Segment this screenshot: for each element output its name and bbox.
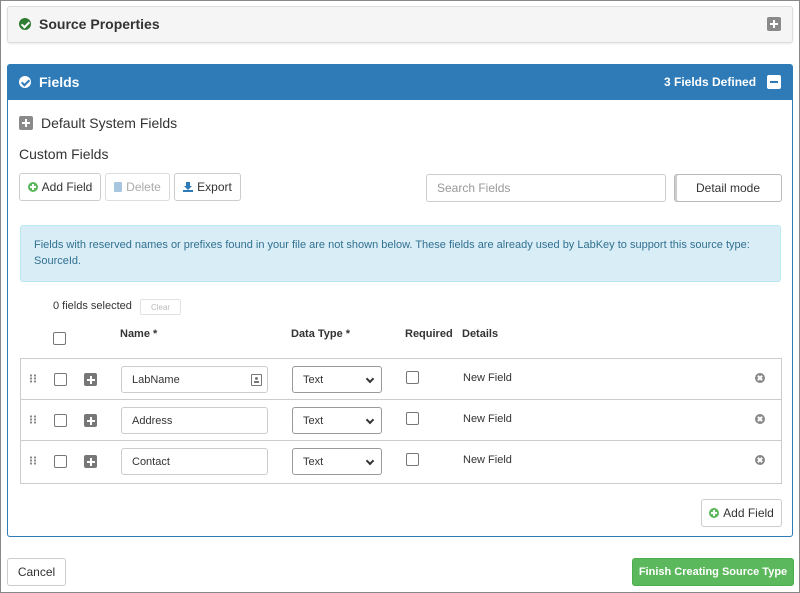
search-fields-input[interactable]: [426, 174, 666, 202]
fields-panel-header[interactable]: Fields 3 Fields Defined: [8, 65, 792, 100]
expand-plus-icon[interactable]: [19, 116, 33, 130]
field-details: New Field: [463, 413, 512, 425]
source-properties-panel[interactable]: Source Properties: [7, 6, 793, 43]
collapse-minus-icon[interactable]: [767, 75, 781, 89]
required-checkbox[interactable]: [406, 412, 419, 425]
add-field-bottom-button[interactable]: Add Field: [701, 499, 782, 527]
remove-field-icon[interactable]: [755, 455, 765, 465]
expand-row-plus-icon[interactable]: [84, 455, 97, 468]
row-select-checkbox[interactable]: [54, 455, 67, 468]
field-name-value: LabName: [132, 373, 180, 386]
required-checkbox[interactable]: [406, 371, 419, 384]
field-details: New Field: [463, 454, 512, 466]
data-type-select[interactable]: Text: [292, 407, 382, 434]
export-button[interactable]: Export: [174, 173, 241, 201]
fields-panel-title: Fields: [39, 74, 80, 90]
check-circle-icon: [19, 76, 31, 88]
reserved-fields-alert: Fields with reserved names or prefixes f…: [20, 225, 781, 282]
add-field-label: Add Field: [723, 506, 774, 520]
row-select-checkbox[interactable]: [54, 414, 67, 427]
data-type-select[interactable]: Text: [292, 448, 382, 475]
fields-panel: Fields 3 Fields Defined Default System F…: [7, 64, 793, 537]
add-field-label: Add Field: [41, 180, 93, 194]
required-checkbox[interactable]: [406, 453, 419, 466]
column-header-details: Details: [462, 328, 499, 340]
expand-row-plus-icon[interactable]: [84, 373, 97, 386]
default-system-fields-label: Default System Fields: [41, 115, 178, 131]
custom-fields-title: Custom Fields: [19, 146, 109, 162]
row-select-checkbox[interactable]: [54, 373, 67, 386]
clear-selection-button[interactable]: Clear: [140, 299, 181, 315]
drag-handle-icon[interactable]: [29, 415, 36, 424]
export-label: Export: [197, 180, 232, 194]
field-row: Contact Text New Field: [21, 441, 781, 482]
add-field-button[interactable]: Add Field: [19, 173, 101, 201]
data-type-value: Text: [303, 455, 324, 468]
cancel-button[interactable]: Cancel: [7, 558, 66, 586]
field-row: LabName Text New Field: [21, 359, 781, 400]
field-details: New Field: [463, 372, 512, 384]
fields-defined-count: 3 Fields Defined: [664, 75, 757, 89]
data-type-value: Text: [303, 373, 324, 386]
plus-circle-icon: [709, 508, 720, 518]
selected-count: 0 fields selected: [53, 300, 132, 312]
column-header-name: Name *: [120, 328, 158, 340]
field-name-input[interactable]: Address: [121, 407, 268, 434]
remove-field-icon[interactable]: [755, 373, 765, 383]
source-properties-title: Source Properties: [39, 16, 160, 32]
drag-handle-icon[interactable]: [29, 374, 36, 383]
detail-mode-toggle[interactable]: Detail mode: [674, 174, 782, 202]
field-name-input[interactable]: Contact: [121, 448, 268, 475]
chevron-down-icon: [365, 374, 375, 384]
data-type-select[interactable]: Text: [292, 366, 382, 393]
column-header-data-type: Data Type *: [291, 328, 351, 340]
data-type-value: Text: [303, 414, 324, 427]
chevron-down-icon: [365, 456, 375, 466]
field-name-value: Contact: [132, 455, 170, 468]
field-rows: LabName Text New Field Address Text New …: [20, 358, 782, 484]
delete-label: Delete: [126, 180, 161, 194]
remove-field-icon[interactable]: [755, 414, 765, 424]
trash-icon: [114, 182, 123, 192]
select-all-checkbox[interactable]: [53, 332, 66, 345]
plus-circle-icon: [27, 182, 38, 192]
column-header-required: Required: [405, 328, 453, 340]
contact-card-icon: [251, 374, 262, 386]
delete-button[interactable]: Delete: [105, 173, 170, 201]
expand-plus-icon[interactable]: [767, 17, 781, 31]
field-row: Address Text New Field: [21, 400, 781, 441]
field-name-value: Address: [132, 414, 173, 427]
check-circle-icon: [19, 18, 31, 30]
expand-row-plus-icon[interactable]: [84, 414, 97, 427]
finish-creating-source-type-button[interactable]: Finish Creating Source Type: [632, 558, 794, 586]
chevron-down-icon: [365, 415, 375, 425]
download-icon: [183, 182, 194, 192]
field-name-input[interactable]: LabName: [121, 366, 268, 393]
drag-handle-icon[interactable]: [29, 456, 36, 465]
